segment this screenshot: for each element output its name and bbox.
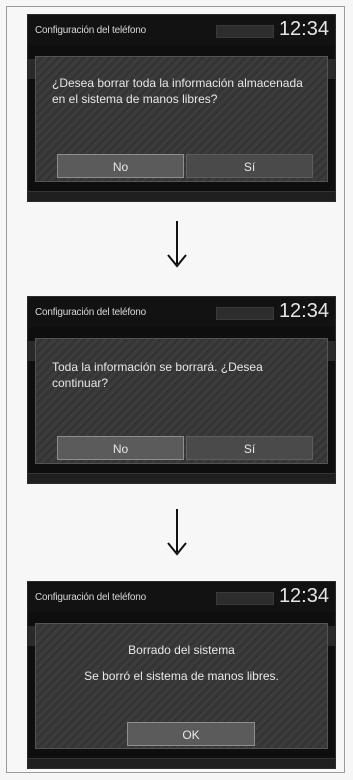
dialog-message: ¿Desea borrar toda la información almace… [52, 76, 303, 106]
screen-header: Configuración del teléfono 12:34 [28, 297, 335, 327]
arrow-down-icon [167, 509, 187, 556]
phone-settings-screen-3: Configuración del teléfono 12:34 Borrado… [27, 581, 336, 769]
screen-title: Configuración del teléfono [35, 592, 146, 603]
confirm-dialog: Toda la información se borrará. ¿Desea c… [35, 338, 328, 464]
ok-button[interactable]: OK [127, 722, 255, 746]
bottom-bar [28, 758, 335, 768]
bottom-bar [28, 473, 335, 483]
screen-title: Configuración del teléfono [35, 307, 146, 318]
clock: 12:34 [278, 18, 329, 40]
header-status-bar [216, 25, 274, 38]
no-button[interactable]: No [57, 154, 184, 178]
screen-header: Configuración del teléfono 12:34 [28, 582, 335, 612]
clock: 12:34 [278, 300, 329, 322]
dialog-message: Se borró el sistema de manos libres. [84, 669, 279, 683]
bottom-bar [28, 191, 335, 201]
screen-title: Configuración del teléfono [35, 25, 146, 36]
header-status-bar [216, 592, 274, 605]
screen-header: Configuración del teléfono 12:34 [28, 15, 335, 45]
dialog-message: Toda la información se borrará. ¿Desea c… [52, 360, 263, 390]
phone-settings-screen-2: Configuración del teléfono 12:34 Toda la… [27, 296, 336, 484]
clock: 12:34 [278, 585, 329, 607]
instruction-page: Configuración del teléfono 12:34 ¿Desea … [0, 0, 353, 780]
arrow-down-icon [167, 221, 187, 268]
info-dialog: Borrado del sistema Se borró el sistema … [35, 623, 328, 749]
header-status-bar [216, 307, 274, 320]
no-button[interactable]: No [57, 436, 184, 460]
phone-settings-screen-1: Configuración del teléfono 12:34 ¿Desea … [27, 14, 336, 202]
dialog-title: Borrado del sistema [128, 643, 235, 657]
yes-button[interactable]: Sí [186, 154, 313, 178]
yes-button[interactable]: Sí [186, 436, 313, 460]
confirm-dialog: ¿Desea borrar toda la información almace… [35, 56, 328, 182]
